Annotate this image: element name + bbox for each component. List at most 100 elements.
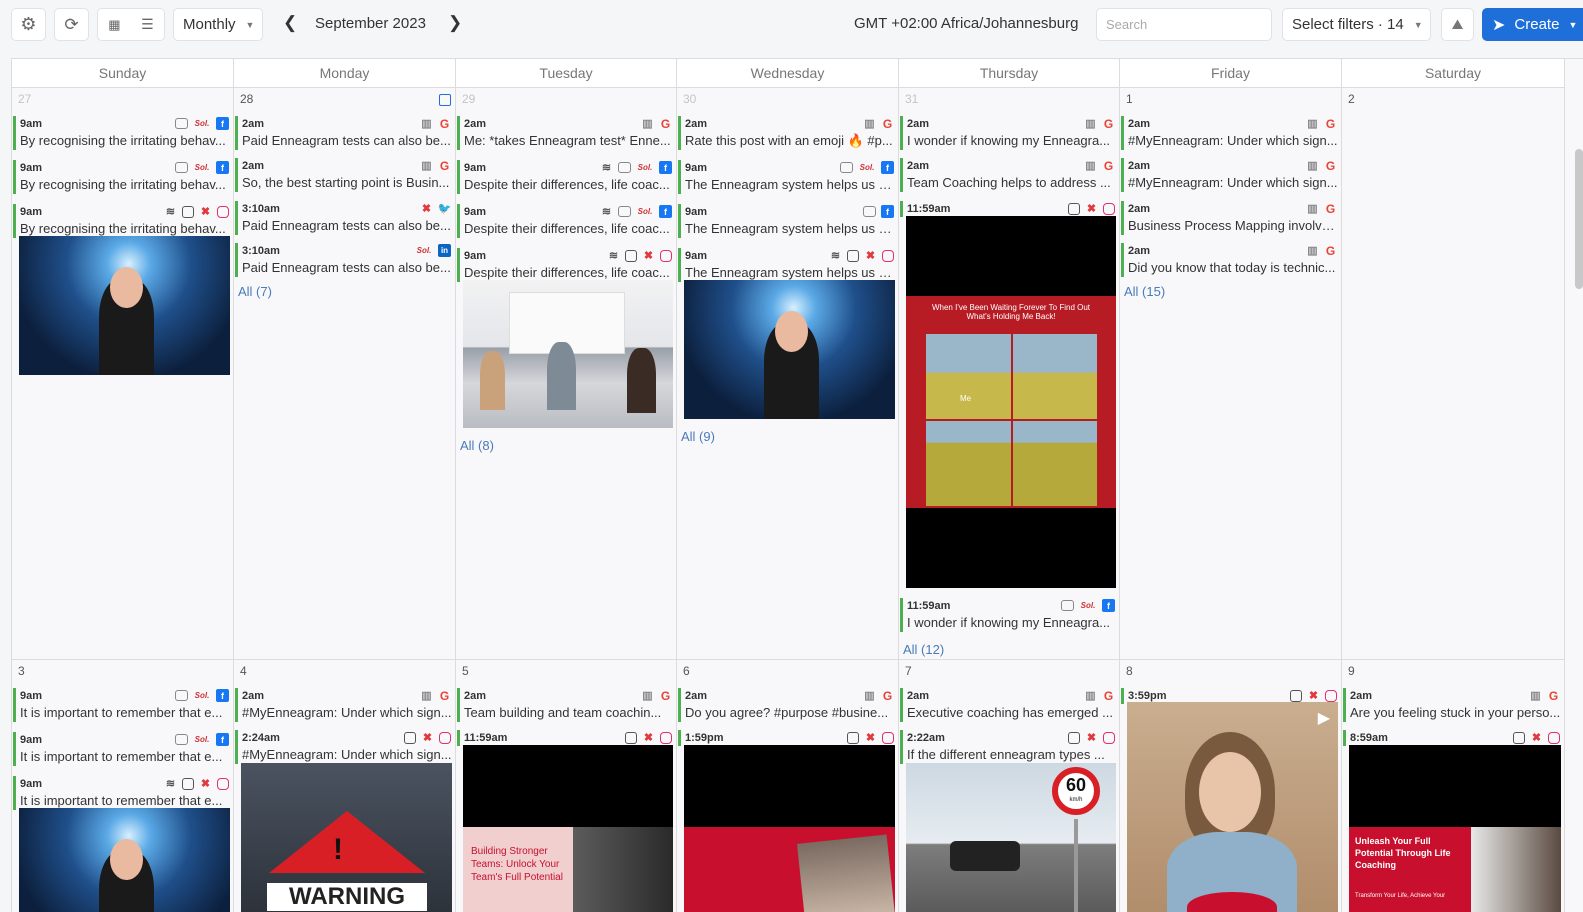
post-image[interactable] xyxy=(684,280,895,419)
post-image[interactable] xyxy=(19,236,230,375)
post-card[interactable]: 1:59pm ✖ xyxy=(678,730,896,746)
post-card[interactable]: 3:10am ✖ 🐦 Paid Enneagram tests can also be… xyxy=(235,201,453,235)
caret-down-icon: ▼ xyxy=(1413,19,1423,30)
facebook-icon: f xyxy=(216,733,229,746)
platform-icons: ▥ G xyxy=(1306,158,1337,173)
post-card[interactable]: 9am ≋ ✖ Despite their differences, life coa… xyxy=(457,248,674,282)
post-card[interactable]: 2am ▥ G I wonder if knowing my Enneagra... xyxy=(900,116,1117,150)
post-card[interactable]: 2am ▥ G #MyEnneagram: Under which sign... xyxy=(235,688,453,722)
post-card[interactable]: 9am Sol. f The Enneagram system helps us u.… xyxy=(678,160,896,194)
day-header-thursday: Thursday xyxy=(899,59,1120,88)
refresh-button[interactable]: ⟳ xyxy=(54,8,89,41)
post-card[interactable]: 9am Sol. f By recognising the irritating be… xyxy=(13,116,231,150)
red-promo-graphic xyxy=(684,745,895,912)
post-card[interactable]: 3:10am Sol. in Paid Enneagram tests can als… xyxy=(235,243,453,277)
post-card[interactable]: 9am ≋ Sol. f Despite their differences, life… xyxy=(457,204,674,238)
post-text: Me: *takes Enneagram test* Enne... xyxy=(464,133,671,148)
post-card[interactable]: 2am ▥ G Executive coaching has emerged ... xyxy=(900,688,1117,722)
post-card[interactable]: 2am ▥ G Did you know that today is technic.… xyxy=(1121,243,1339,277)
day-number: 27 xyxy=(18,92,32,106)
post-card[interactable]: 9am f The Enneagram system helps us u... xyxy=(678,204,896,238)
search-input[interactable] xyxy=(1096,8,1272,41)
timezone-label[interactable]: GMT +02:00 Africa/Johannesburg xyxy=(854,15,1078,32)
platform-icons: ▥ G xyxy=(863,116,894,131)
pin-off-icon: ✖ xyxy=(865,250,876,262)
pin-off-icon: ✖ xyxy=(421,203,432,215)
platform-icons: ✖ xyxy=(625,731,672,744)
building-icon: ▥ xyxy=(642,690,653,702)
show-all-link[interactable]: All (15) xyxy=(1124,284,1165,299)
post-card[interactable]: 2am ▥ G Business Process Mapping involve... xyxy=(1121,201,1339,235)
post-card[interactable]: 9am ≋ Sol. f Despite their differences, life… xyxy=(457,160,674,194)
facebook-icon: f xyxy=(659,161,672,174)
camera-icon xyxy=(618,162,631,173)
post-card[interactable]: 9am Sol. f By recognising the irritating be… xyxy=(13,160,231,194)
post-image[interactable] xyxy=(684,745,895,912)
show-all-link[interactable]: All (7) xyxy=(238,284,272,299)
post-card[interactable]: 2:22am ✖ If the different enneagram types … xyxy=(900,730,1117,764)
post-card[interactable]: 9am ≋ ✖ By recognising the irritating behav… xyxy=(13,204,231,238)
post-card[interactable]: 9am ≋ ✖ It is important to remember that e.… xyxy=(13,776,231,810)
day-header-tuesday: Tuesday xyxy=(456,59,677,88)
platform-icons: ≋ Sol. f xyxy=(600,161,672,174)
post-card[interactable]: 2am ▥ G Team building and team coachin... xyxy=(457,688,674,722)
post-card[interactable]: 2am ▥ G Do you agree? #purpose #busine... xyxy=(678,688,896,722)
post-card[interactable]: 11:59am ✖ xyxy=(457,730,674,746)
post-image[interactable]: Building Stronger Teams: Unlock Your Tea… xyxy=(463,745,673,912)
filters-select[interactable]: Select filters · 14 ▼ xyxy=(1282,8,1431,41)
building-icon: ▥ xyxy=(1085,118,1096,130)
next-month-button[interactable]: ❯ xyxy=(448,13,462,33)
post-card[interactable]: 9am ≋ ✖ The Enneagram system helps us u... xyxy=(678,248,896,282)
post-image[interactable] xyxy=(19,808,230,912)
month-label: September 2023 xyxy=(315,15,426,32)
show-all-link[interactable]: All (8) xyxy=(460,438,494,453)
post-card[interactable]: 2am ▥ G #MyEnneagram: Under which sign... xyxy=(1121,158,1339,192)
play-icon[interactable]: ▶ xyxy=(1318,708,1330,728)
google-icon: G xyxy=(882,688,893,703)
post-card[interactable]: 2am ▥ G So, the best starting point is Busi… xyxy=(235,158,453,192)
show-all-link[interactable]: All (9) xyxy=(681,429,715,444)
google-icon: G xyxy=(882,116,893,131)
post-card[interactable]: 9am Sol. f It is important to remember that… xyxy=(13,732,231,766)
post-text: I wonder if knowing my Enneagra... xyxy=(907,133,1111,148)
platform-icons: ≋ ✖ xyxy=(607,249,672,262)
post-card[interactable]: 2am ▥ G #MyEnneagram: Under which sign... xyxy=(1121,116,1339,150)
day-number: 4 xyxy=(240,664,247,678)
calendar-view-icon[interactable]: ▦ xyxy=(108,17,120,33)
post-card[interactable]: 11:59am ✖ xyxy=(900,201,1117,217)
day-number: 3 xyxy=(18,664,25,678)
day-cell: 28 2am ▥ G Paid Enneagram tests can also be.… xyxy=(234,88,456,660)
create-button[interactable]: ➤ Create ▼ xyxy=(1482,8,1583,41)
view-select[interactable]: Monthly ▼ xyxy=(173,8,263,41)
post-image[interactable]: ▶ xyxy=(1127,702,1338,912)
settings-button[interactable]: ⚙ xyxy=(11,8,46,41)
post-card[interactable]: 11:59am Sol. f I wonder if knowing my Ennea… xyxy=(900,598,1117,632)
analytics-button[interactable]: ⛰ xyxy=(1441,8,1474,41)
post-image[interactable]: Unleash Your Full Potential Through Life… xyxy=(1349,745,1561,912)
post-card[interactable]: 9am Sol. f It is important to remember that… xyxy=(13,688,231,722)
day-header-friday: Friday xyxy=(1120,59,1342,88)
show-all-link[interactable]: All (12) xyxy=(903,642,944,657)
reel-icon xyxy=(847,249,859,262)
post-image[interactable]: 60 km/h xyxy=(906,763,1116,912)
post-image[interactable]: ! WARNING xyxy=(241,763,452,912)
scrollbar-thumb[interactable] xyxy=(1575,149,1583,289)
layers-icon: ≋ xyxy=(601,206,612,218)
post-image[interactable] xyxy=(463,280,673,428)
prev-month-button[interactable]: ❮ xyxy=(283,13,297,33)
post-card[interactable]: 2am ▥ G Team Coaching helps to address ... xyxy=(900,158,1117,192)
calendar-icon[interactable] xyxy=(439,94,451,106)
post-card[interactable]: 8:59am ✖ xyxy=(1343,730,1562,746)
post-image[interactable]: When I've Been Waiting Forever To Find O… xyxy=(906,216,1116,588)
platform-icons: ▥ G xyxy=(1084,159,1115,173)
post-text: Despite their differences, life coac... xyxy=(464,177,670,192)
post-card[interactable]: 2:24am ✖ #MyEnneagram: Under which sign... xyxy=(235,730,453,764)
building-icon: ▥ xyxy=(1307,160,1318,172)
post-card[interactable]: 2am ▥ G Paid Enneagram tests can also be... xyxy=(235,116,453,150)
google-icon: G xyxy=(1325,158,1336,173)
promo-subtext: Transform Your Life, Achieve Your xyxy=(1355,893,1446,899)
post-card[interactable]: 2am ▥ G Are you feeling stuck in your perso… xyxy=(1343,688,1562,722)
post-card[interactable]: 2am ▥ G Me: *takes Enneagram test* Enne... xyxy=(457,116,674,150)
post-card[interactable]: 2am ▥ G Rate this post with an emoji 🔥 #p..… xyxy=(678,116,896,150)
list-view-icon[interactable]: ☰ xyxy=(141,16,154,33)
